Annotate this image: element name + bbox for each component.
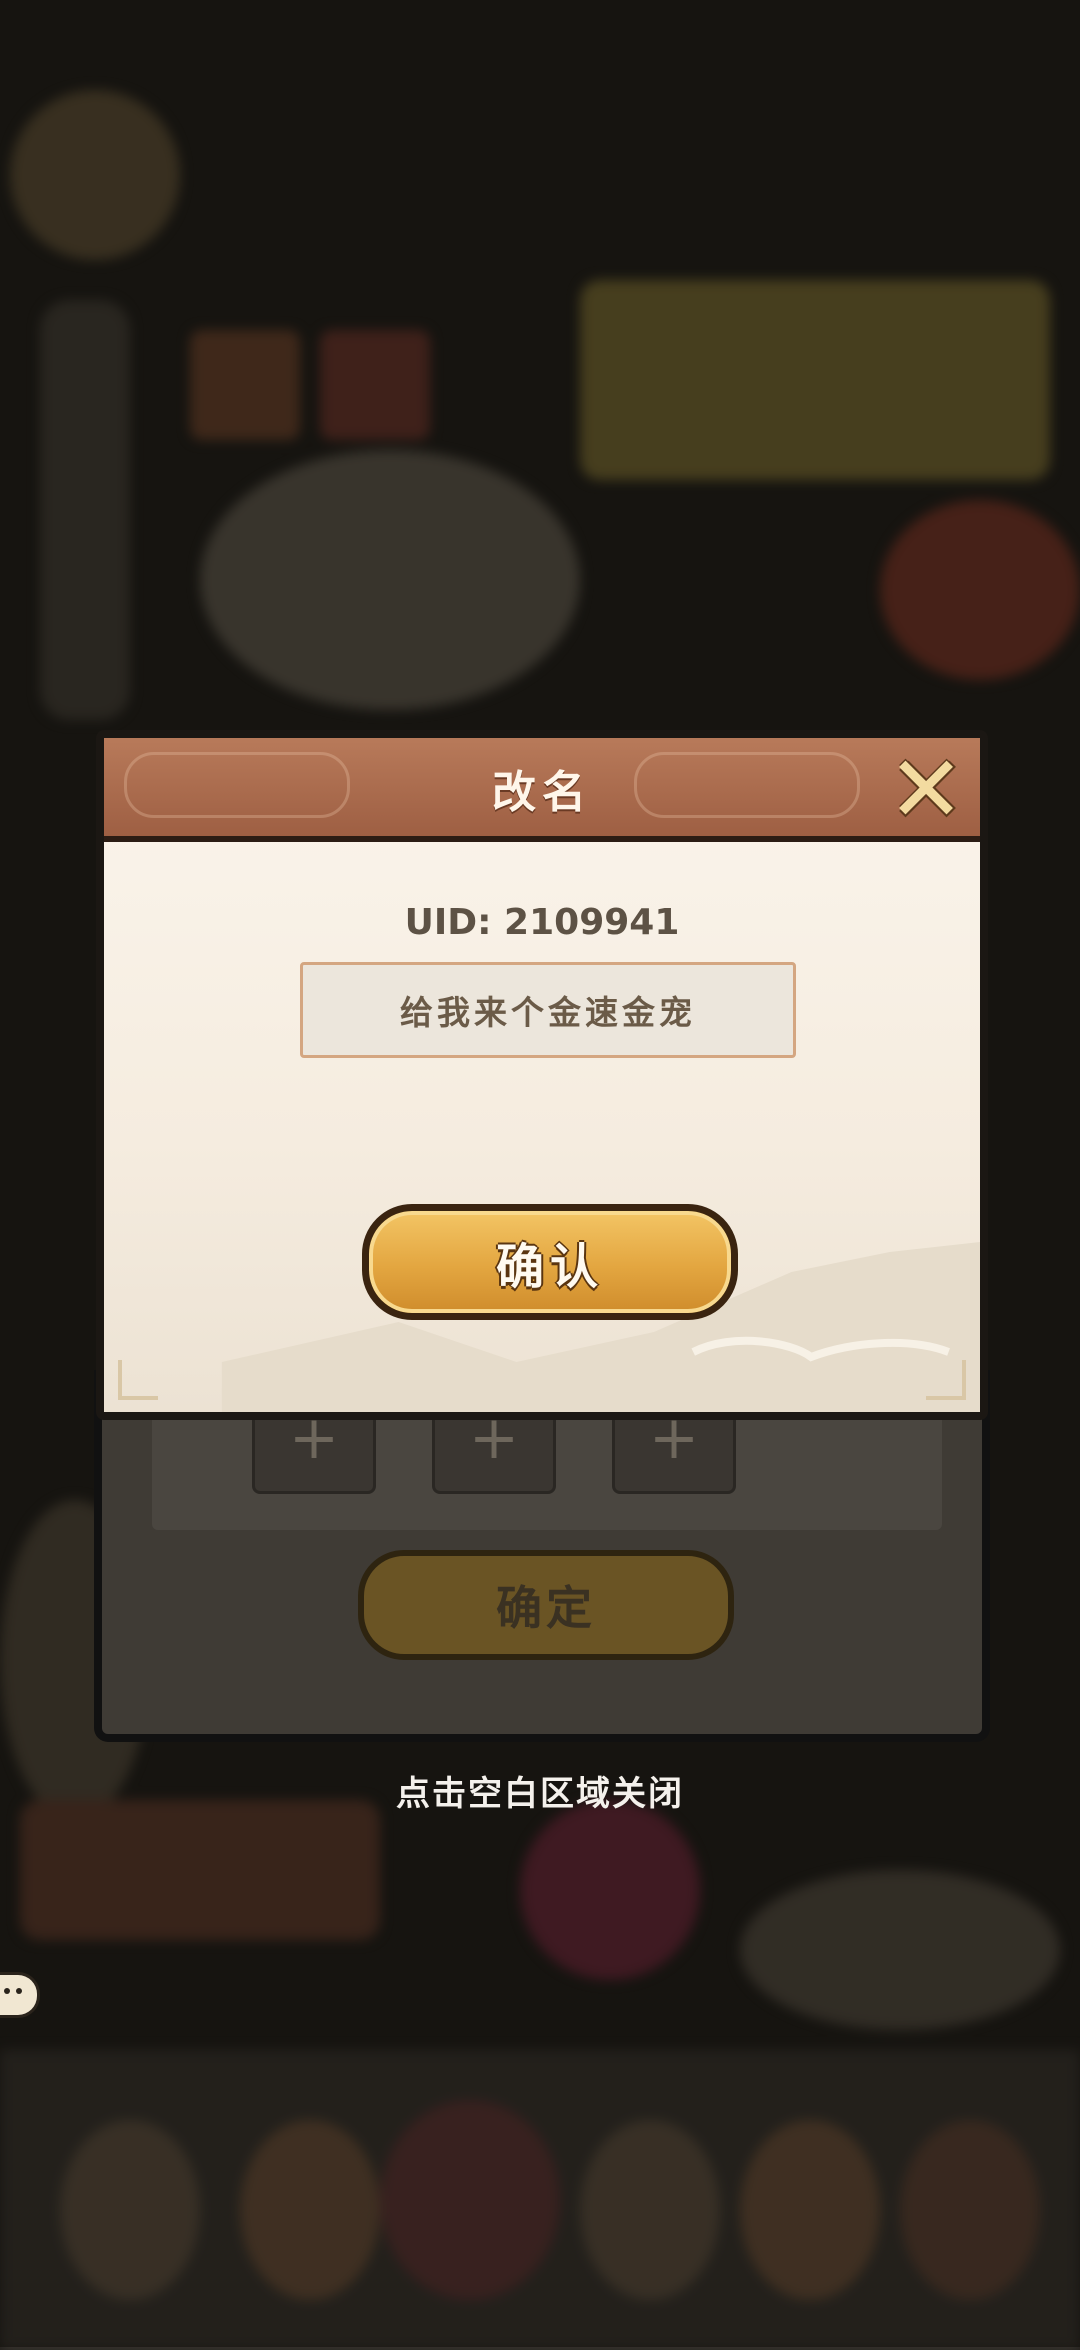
close-hint: 点击空白区域关闭 <box>396 1774 684 1814</box>
rename-dialog: 改名 ✕ UID: 2109941 确认 <box>96 730 988 1420</box>
dialog-title: 改名 <box>492 767 592 818</box>
back-ok-button: 确定 <box>358 1550 734 1660</box>
background-dialog: + + + 确定 <box>94 1370 990 1742</box>
close-x-icon[interactable]: ✕ <box>878 742 974 838</box>
confirm-button-label: 确认 <box>495 1239 604 1295</box>
confirm-button[interactable]: 确认 <box>362 1204 738 1320</box>
dialog-title-bar: 改名 ✕ <box>104 738 980 842</box>
uid-label: UID: 2109941 <box>404 902 680 943</box>
back-ok-label: 确定 <box>496 1581 596 1635</box>
corner-ornament-left <box>118 1360 158 1400</box>
corner-ornament-right <box>926 1360 966 1400</box>
name-input[interactable] <box>300 962 796 1058</box>
chat-bubble-icon[interactable] <box>0 1972 40 2018</box>
